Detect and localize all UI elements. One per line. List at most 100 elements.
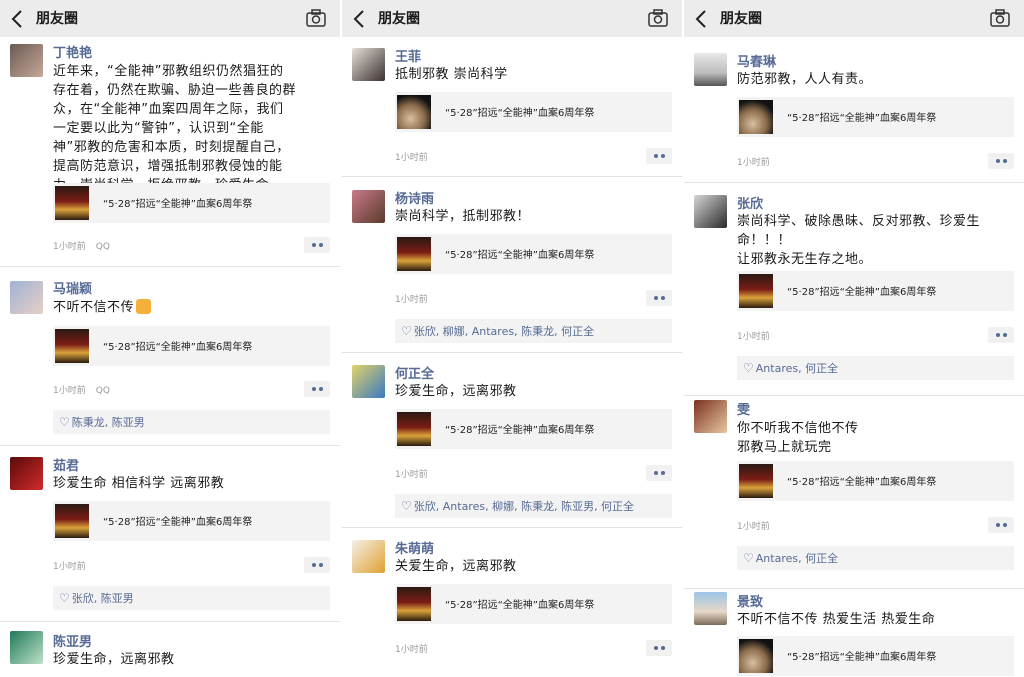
heart-icon: ♡ [401, 499, 412, 513]
poster-name[interactable]: 陈亚男 [53, 631, 92, 650]
post-text: 珍爱生命，远离邪教 [395, 384, 517, 399]
post-time: 1小时前 [737, 158, 770, 168]
avatar[interactable] [694, 53, 727, 86]
link-title: “5·28”招远“全能神”血案6周年祭 [445, 600, 595, 611]
avatar[interactable] [352, 365, 385, 398]
likes-names[interactable]: 陈秉龙, 陈亚男 [72, 416, 145, 429]
shared-link-card[interactable]: “5·28”招远“全能神”血案6周年祭 [53, 326, 330, 366]
camera-icon[interactable] [648, 9, 668, 27]
poster-name[interactable]: 何正全 [395, 363, 434, 382]
poster-name[interactable]: 王菲 [395, 46, 421, 65]
comment-button[interactable] [988, 517, 1014, 533]
camera-icon[interactable] [990, 9, 1010, 27]
post-source: QQ [95, 386, 110, 396]
shared-link-card[interactable]: “5·28”招远“全能神”血案6周年祭 [395, 584, 672, 624]
comment-button[interactable] [304, 381, 330, 397]
likes-bar: ♡ 张欣, Antares, 柳娜, 陈秉龙, 陈亚男, 何正全 [395, 494, 672, 518]
comment-button[interactable] [646, 465, 672, 481]
post-time: 1小时前 [395, 470, 428, 480]
comment-button[interactable] [988, 153, 1014, 169]
likes-names[interactable]: Antares, 何正全 [756, 362, 838, 375]
likes-bar: ♡ Antares, 何正全 [737, 356, 1014, 380]
post-text: 不听不信不传 [53, 298, 323, 317]
comment-button[interactable] [646, 640, 672, 656]
poster-name[interactable]: 马春琳 [737, 51, 776, 70]
moment-post: 景致 不听不信不传 热爱生活 热爱生命 “5·28”招远“全能神”血案6周年祭 [684, 590, 1024, 677]
back-arrow-icon[interactable] [352, 9, 366, 29]
comment-button[interactable] [304, 237, 330, 253]
link-thumbnail [397, 412, 431, 446]
back-arrow-icon[interactable] [10, 9, 24, 29]
likes-names[interactable]: 张欣, Antares, 柳娜, 陈秉龙, 陈亚男, 何正全 [414, 500, 634, 513]
post-text: 不听不信不传 热爱生活 热爱生命 [737, 612, 936, 627]
shared-link-card[interactable]: “5·28”招远“全能神”血案6周年祭 [395, 409, 672, 449]
link-thumbnail [397, 587, 431, 621]
comment-button[interactable] [988, 327, 1014, 343]
comment-button[interactable] [646, 290, 672, 306]
poster-name[interactable]: 景致 [737, 591, 763, 610]
poster-name[interactable]: 张欣 [737, 193, 763, 212]
link-title: “5·28”招远“全能神”血案6周年祭 [445, 425, 595, 436]
post-time: 1小时前 [53, 562, 86, 572]
post-time: 1小时前 [53, 242, 86, 252]
avatar[interactable] [694, 592, 727, 625]
shared-link-card[interactable]: “5·28”招远“全能神”血案6周年祭 [395, 92, 672, 132]
post-time: 1小时前 [395, 295, 428, 305]
shared-link-card[interactable]: “5·28”招远“全能神”血案6周年祭 [395, 234, 672, 274]
avatar[interactable] [352, 48, 385, 81]
heart-icon: ♡ [401, 324, 412, 338]
poster-name[interactable]: 马瑞颖 [53, 278, 92, 297]
avatar[interactable] [352, 540, 385, 573]
post-meta: 1小时前 [737, 519, 770, 532]
avatar[interactable] [694, 195, 727, 228]
nav-bar: 朋友圈 [684, 0, 1024, 37]
post-time: 1小时前 [53, 386, 86, 396]
link-thumbnail [739, 464, 773, 498]
camera-icon[interactable] [306, 9, 326, 27]
shared-link-card[interactable]: “5·28”招远“全能神”血案6周年祭 [53, 501, 330, 541]
page-title: 朋友圈 [720, 11, 762, 27]
fist-emoji-icon [136, 299, 152, 314]
shared-link-card[interactable]: “5·28”招远“全能神”血案6周年祭 [737, 636, 1014, 676]
shared-link-card[interactable]: “5·28”招远“全能神”血案6周年祭 [53, 183, 330, 223]
moment-post: 张欣 崇尚科学、破除愚昧、反对邪教、珍爱生 命！！！ 让邪教永无生存之地。 “5… [684, 185, 1024, 396]
poster-name[interactable]: 朱萌萌 [395, 538, 434, 557]
poster-name[interactable]: 丁艳艳 [53, 42, 92, 61]
comment-button[interactable] [304, 557, 330, 573]
poster-name[interactable]: 雯 [737, 399, 750, 418]
moments-screen-2: 朋友圈 王菲 抵制邪教 崇尚科学 “5·28”招远“全能神”血案6周年祭 1小时… [342, 0, 682, 677]
post-meta: 1小时前 [737, 155, 770, 168]
poster-name[interactable]: 杨诗雨 [395, 188, 434, 207]
avatar[interactable] [10, 281, 43, 314]
likes-names[interactable]: Antares, 何正全 [756, 552, 838, 565]
moment-post: 茹君 珍爱生命 相信科学 远离邪教 “5·28”招远“全能神”血案6周年祭 1小… [0, 447, 340, 622]
link-title: “5·28”招远“全能神”血案6周年祭 [445, 250, 595, 261]
moment-post: 马春琳 防范邪教，人人有责。 “5·28”招远“全能神”血案6周年祭 1小时前 [684, 45, 1024, 183]
shared-link-card[interactable]: “5·28”招远“全能神”血案6周年祭 [737, 461, 1014, 501]
heart-icon: ♡ [743, 551, 754, 565]
avatar[interactable] [352, 190, 385, 223]
moment-post: 杨诗雨 崇尚科学，抵制邪教！ “5·28”招远“全能神”血案6周年祭 1小时前 … [342, 180, 682, 353]
link-title: “5·28”招远“全能神”血案6周年祭 [445, 108, 595, 119]
back-arrow-icon[interactable] [694, 9, 708, 29]
likes-names[interactable]: 张欣, 陈亚男 [72, 592, 134, 605]
nav-bar: 朋友圈 [0, 0, 340, 37]
moment-post: 朱萌萌 关爱生命，远离邪教 “5·28”招远“全能神”血案6周年祭 1小时前 [342, 530, 682, 677]
post-meta: 1小时前 [737, 329, 770, 342]
avatar[interactable] [694, 400, 727, 433]
avatar[interactable] [10, 457, 43, 490]
avatar[interactable] [10, 44, 43, 77]
avatar[interactable] [10, 631, 43, 664]
likes-bar: ♡ 张欣, 柳娜, Antares, 陈秉龙, 何正全 [395, 319, 672, 343]
moment-post: 马瑞颖 不听不信不传 “5·28”招远“全能神”血案6周年祭 1小时前 QQ ♡ 陈… [0, 268, 340, 446]
post-meta: 1小时前 QQ [53, 239, 110, 252]
shared-link-card[interactable]: “5·28”招远“全能神”血案6周年祭 [737, 271, 1014, 311]
poster-name[interactable]: 茹君 [53, 455, 79, 474]
likes-names[interactable]: 张欣, 柳娜, Antares, 陈秉龙, 何正全 [414, 325, 594, 338]
comment-button[interactable] [646, 148, 672, 164]
post-meta: 1小时前 QQ [53, 383, 110, 396]
shared-link-card[interactable]: “5·28”招远“全能神”血案6周年祭 [737, 97, 1014, 137]
moment-post: 雯 你不听我不信他不传 邪教马上就玩完 “5·28”招远“全能神”血案6周年祭 … [684, 398, 1024, 589]
link-title: “5·28”招远“全能神”血案6周年祭 [103, 342, 253, 353]
post-time: 1小时前 [395, 153, 428, 163]
